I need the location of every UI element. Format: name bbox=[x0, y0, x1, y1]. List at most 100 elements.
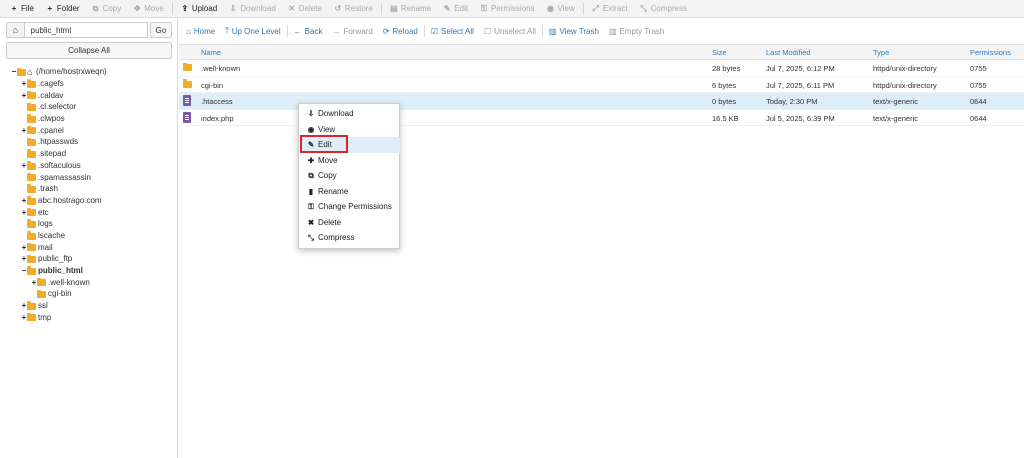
rename-button[interactable]: ▤ Rename bbox=[384, 0, 437, 18]
tree-item-label: .cl.selector bbox=[38, 102, 77, 112]
navigation-bar: ⌂ Home ⤒ Up One Level ← Back → Forward ⟳ Reload ☑ S… bbox=[179, 22, 1024, 40]
collapse-all-button[interactable]: Collapse All bbox=[6, 42, 172, 59]
tree-item-cgi-bin[interactable]: cgi-bin bbox=[0, 288, 178, 300]
tree-item-ssl[interactable]: + ssl bbox=[0, 300, 178, 312]
menu-item-rename[interactable]: ▮ Rename bbox=[300, 184, 400, 200]
cell-modified: Jul 7, 2025, 6:11 PM bbox=[766, 80, 835, 90]
tree-item-caldav[interactable]: + .caldav bbox=[0, 89, 178, 101]
checkbox-empty-icon: ☐ bbox=[483, 26, 492, 36]
back-label: Back bbox=[304, 26, 323, 36]
delete-button[interactable]: ✕ Delete bbox=[282, 0, 328, 18]
column-header-last-modified[interactable]: Last Modified bbox=[766, 48, 811, 57]
table-row[interactable]: cgi-bin 6 bytes Jul 7, 2025, 6:11 PM httpd/… bbox=[179, 77, 1024, 93]
cell-type: httpd/unix-directory bbox=[873, 80, 937, 90]
copy-button[interactable]: ⧉ Copy bbox=[86, 0, 128, 18]
directory-tree-panel: ⌂ Go Collapse All −⌂(/home/hostrxweqn)+.… bbox=[0, 18, 178, 458]
cell-size: 6 bytes bbox=[712, 80, 737, 90]
tree-item-well-known[interactable]: + .well-known bbox=[0, 276, 178, 288]
tree-item-softaculous[interactable]: + .softaculous bbox=[0, 160, 178, 172]
up-one-level-button[interactable]: ⤒ Up One Level bbox=[220, 26, 285, 36]
home-icon[interactable]: ⌂ bbox=[6, 22, 25, 38]
forward-button[interactable]: → Forward bbox=[327, 27, 377, 36]
tree-item-label: .well-known bbox=[48, 277, 90, 287]
tree-item-htpasswds[interactable]: .htpasswds bbox=[0, 136, 178, 148]
tree-item-label: etc bbox=[38, 207, 49, 217]
tree-item-cagefs[interactable]: + .cagefs bbox=[0, 78, 178, 90]
tree-item-sitepad[interactable]: .sitepad bbox=[0, 148, 178, 160]
file-button[interactable]: + File bbox=[4, 0, 40, 18]
unselect-all-button[interactable]: ☐ Unselect All bbox=[479, 27, 541, 36]
cell-size: 16.5 KB bbox=[712, 113, 739, 123]
compress-label: Compress bbox=[650, 4, 688, 13]
upload-button[interactable]: ⇪ Upload bbox=[175, 0, 223, 18]
tree-item-label: public_html bbox=[38, 266, 83, 276]
menu-item-compress[interactable]: ⤡ Compress bbox=[300, 230, 400, 246]
empty-trash-button[interactable]: ▥ Empty Trash bbox=[604, 27, 669, 36]
extract-button[interactable]: ⤢ Extract bbox=[586, 0, 634, 18]
view-button[interactable]: ◉ View bbox=[541, 0, 581, 18]
folder-icon bbox=[27, 149, 36, 158]
tree-item-mail[interactable]: + mail bbox=[0, 241, 178, 253]
tree-item-label: .cagefs bbox=[38, 79, 64, 89]
tree-item-cl-selector[interactable]: .cl.selector bbox=[0, 101, 178, 113]
go-button[interactable]: Go bbox=[149, 22, 172, 38]
folder-icon bbox=[27, 231, 36, 240]
tree-item-tmp[interactable]: + tmp bbox=[0, 311, 178, 323]
tree-item-public-ftp[interactable]: + public_ftp bbox=[0, 253, 178, 265]
menu-item-download[interactable]: ⇩ Download bbox=[300, 106, 400, 122]
folder-label: Folder bbox=[56, 4, 80, 13]
column-header-name[interactable]: Name bbox=[201, 48, 221, 57]
copy-icon: ⧉ bbox=[92, 3, 99, 13]
cell-perms: 0644 bbox=[970, 113, 987, 123]
column-header-size[interactable]: Size bbox=[712, 48, 727, 57]
menu-item-move[interactable]: ✚ Move bbox=[300, 153, 400, 169]
back-button[interactable]: ← Back bbox=[289, 27, 328, 36]
home-label: Home bbox=[193, 26, 216, 36]
edit-button[interactable]: ✎ Edit bbox=[437, 0, 474, 18]
menu-item-change-permissions[interactable]: ⚿ Change Permissions bbox=[300, 199, 400, 215]
menu-item-copy[interactable]: ⧉ Copy bbox=[300, 168, 400, 184]
home-icon: ⌂ bbox=[186, 26, 191, 36]
tree-item-public-html[interactable]: − public_html bbox=[0, 265, 178, 277]
tree-item-label: .htpasswds bbox=[38, 137, 79, 147]
path-input[interactable] bbox=[24, 22, 148, 38]
menu-item-delete[interactable]: ✖ Delete bbox=[300, 215, 400, 231]
tree-item-spamassassin[interactable]: .spamassassin bbox=[0, 171, 178, 183]
view-trash-button[interactable]: ▥ View Trash bbox=[544, 27, 604, 36]
checkbox-checked-icon: ☑ bbox=[430, 26, 439, 36]
tree-item-trash[interactable]: .trash bbox=[0, 183, 178, 195]
download-button[interactable]: ⇩ Download bbox=[223, 0, 282, 18]
tree-item-clwpos[interactable]: .clwpos bbox=[0, 113, 178, 125]
menu-item-label: Copy bbox=[318, 171, 337, 181]
text-file-icon bbox=[183, 111, 191, 123]
permissions-button[interactable]: ⚿ Permissions bbox=[474, 0, 541, 18]
restore-label: Restore bbox=[344, 4, 373, 13]
tree-item-home-hostrxweqn[interactable]: − ⌂ (/home/hostrxweqn) bbox=[0, 66, 178, 78]
select-all-button[interactable]: ☑ Select All bbox=[426, 27, 479, 36]
compress-button[interactable]: ⤡ Compress bbox=[634, 0, 693, 18]
folder-button[interactable]: + Folder bbox=[40, 0, 86, 18]
move-button[interactable]: ✥ Move bbox=[127, 0, 170, 18]
restore-button[interactable]: ↺ Restore bbox=[328, 0, 379, 18]
tree-item-abc-hostrago-com[interactable]: + abc.hostrago.com bbox=[0, 195, 178, 207]
tree-item-label: .softaculous bbox=[38, 160, 81, 170]
column-header-type[interactable]: Type bbox=[873, 48, 889, 57]
nav-divider bbox=[286, 25, 288, 37]
table-row[interactable]: .well-known 28 bytes Jul 7, 2025, 6:12 PM h… bbox=[179, 60, 1024, 77]
tree-item-label: (/home/hostrxweqn) bbox=[36, 67, 107, 77]
tree-item-lscache[interactable]: lscache bbox=[0, 230, 178, 242]
reload-button[interactable]: ⟳ Reload bbox=[378, 27, 423, 36]
nav-divider bbox=[541, 25, 543, 37]
column-header-permissions[interactable]: Permissions bbox=[970, 48, 1011, 57]
home-button[interactable]: ⌂ Home bbox=[181, 27, 220, 36]
key-icon: ⚿ bbox=[480, 3, 487, 13]
folder-icon bbox=[27, 184, 36, 193]
tree-item-label: .cpanel bbox=[38, 125, 64, 135]
tree-item-logs[interactable]: logs bbox=[0, 218, 178, 230]
download-icon: ⇩ bbox=[229, 3, 237, 13]
tree-item-etc[interactable]: + etc bbox=[0, 206, 178, 218]
reload-icon: ⟳ bbox=[382, 26, 390, 36]
directory-tree: − ⌂ (/home/hostrxweqn) + .cagefs + .caldav .cl.… bbox=[0, 66, 178, 323]
rename-icon: ▮ bbox=[308, 186, 314, 196]
tree-item-cpanel[interactable]: + .cpanel bbox=[0, 124, 178, 136]
